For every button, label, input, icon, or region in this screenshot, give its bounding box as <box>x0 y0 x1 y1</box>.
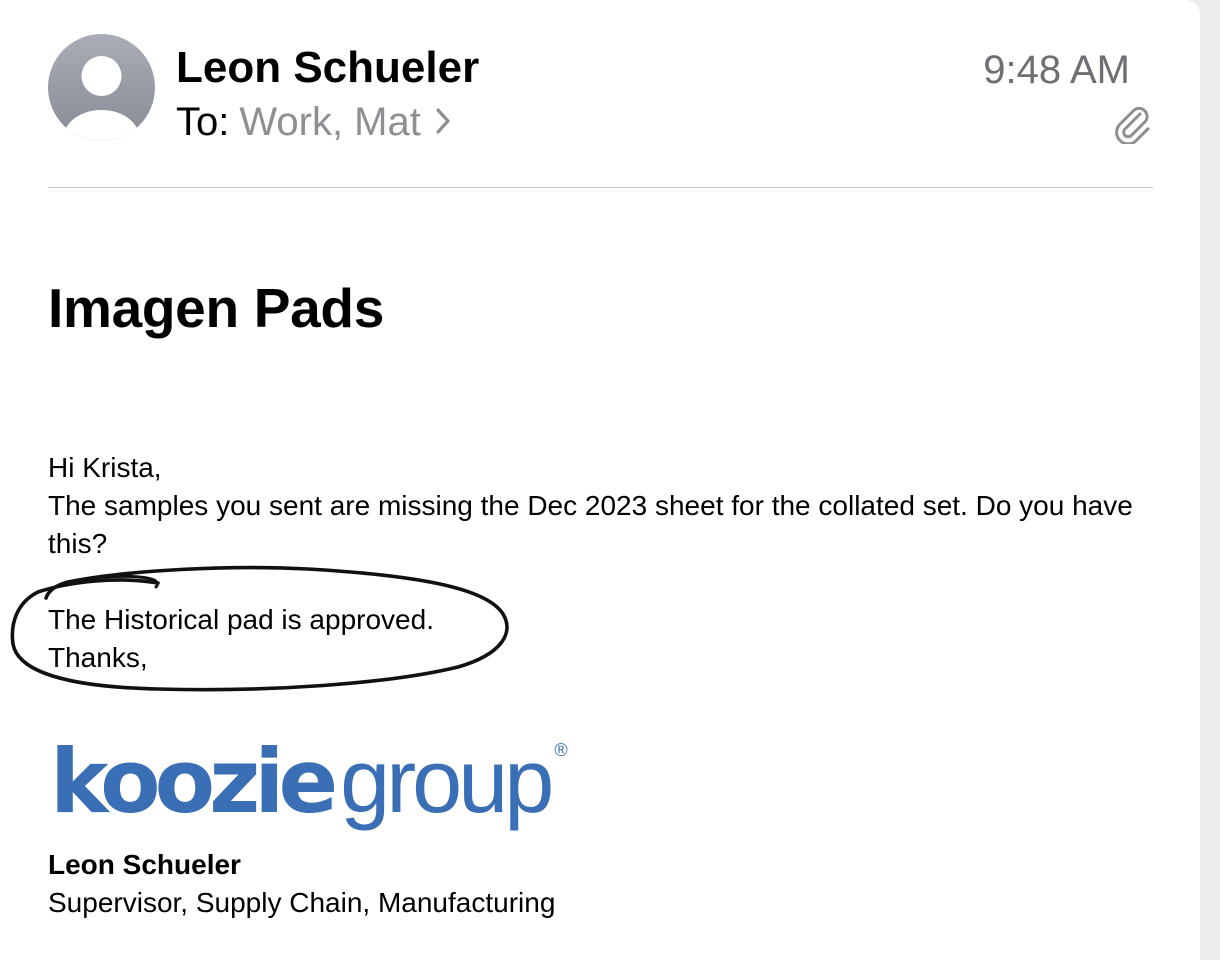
recipients-list[interactable]: Work, Mat <box>239 98 421 146</box>
to-label: To: <box>176 100 230 144</box>
chevron-right-icon[interactable] <box>435 98 451 146</box>
logo-part-group: group <box>340 732 554 832</box>
header-divider <box>48 187 1153 188</box>
logo-part-koozie: koozie <box>50 730 338 833</box>
sender-name[interactable]: Leon Schueler <box>176 42 479 94</box>
registered-mark: ® <box>554 740 568 760</box>
body-paragraph: The samples you sent are missing the Dec… <box>48 490 1133 559</box>
body-greeting: Hi Krista, <box>48 452 162 483</box>
koozie-group-logo: kooziegroup ® <box>50 700 568 858</box>
paperclip-icon[interactable] <box>1112 102 1152 146</box>
person-avatar-icon <box>48 34 155 141</box>
email-subject: Imagen Pads <box>48 277 384 339</box>
message-time: 9:48 AM <box>983 48 1130 92</box>
signature-title: Supervisor, Supply Chain, Manufacturing <box>48 887 556 918</box>
recipients-row[interactable]: To: Work, Mat <box>176 98 451 146</box>
email-message-card: Leon Schueler To: Work, Mat 9:48 AM Imag… <box>0 0 1200 960</box>
body-thanks: Thanks, <box>48 642 148 673</box>
email-body: Hi Krista, The samples you sent are miss… <box>48 449 1158 677</box>
signature-name: Leon Schueler <box>48 849 241 880</box>
body-approval-line: The Historical pad is approved. <box>48 604 434 635</box>
sender-avatar[interactable] <box>48 34 155 141</box>
